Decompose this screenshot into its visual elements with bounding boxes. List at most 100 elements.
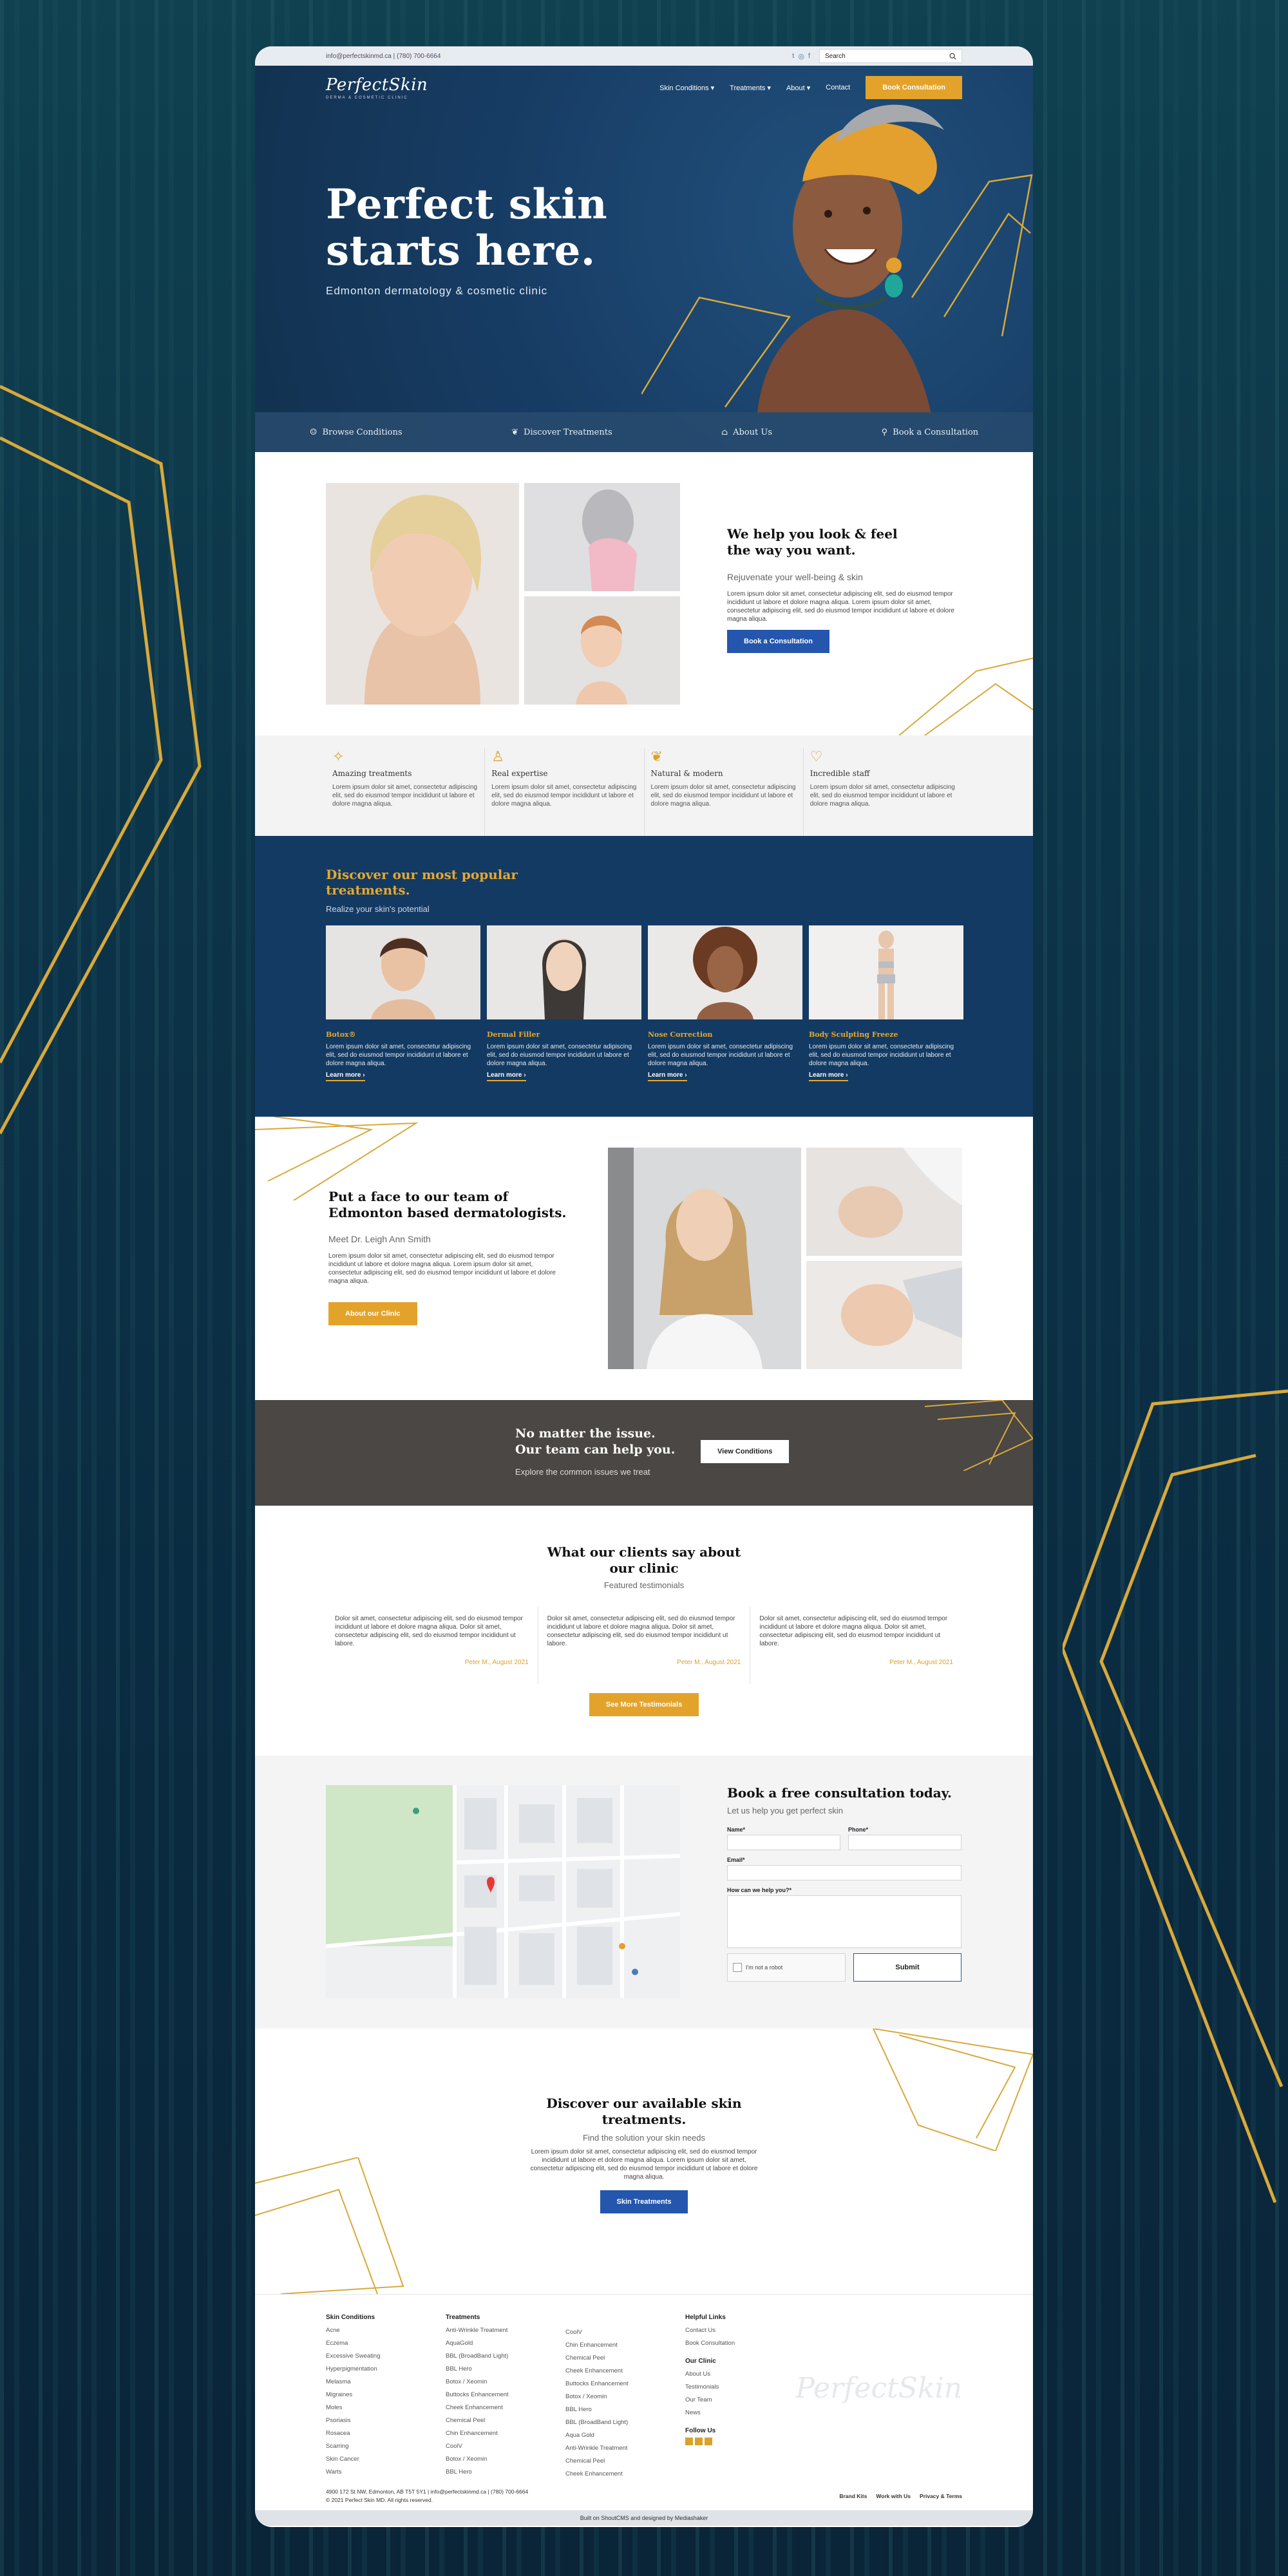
footer-link[interactable]: Chin Enhancement — [446, 2427, 565, 2440]
testimonials-subtitle: Featured testimonials — [603, 1580, 685, 1590]
footer-link[interactable]: Chemical Peel — [565, 2352, 685, 2365]
skin-treatments-button[interactable]: Skin Treatments — [600, 2190, 688, 2213]
footer-link[interactable]: Acne — [326, 2324, 446, 2337]
footer-link[interactable]: Cheek Enhancement — [565, 2468, 685, 2481]
book-consultation-button[interactable]: Book Consultation — [866, 76, 962, 99]
about-clinic-button[interactable]: About our Clinic — [328, 1302, 417, 1325]
footer-link[interactable]: Psoriasis — [326, 2414, 446, 2427]
hero-title-line2: starts here. — [326, 227, 596, 275]
footer-link[interactable]: Anti-Wrinkle Treatment — [446, 2324, 565, 2337]
treatment-card-nose-correction[interactable]: Nose Correction Lorem ipsum dolor sit am… — [648, 925, 802, 1081]
footer-link[interactable]: Testimonials — [685, 2381, 805, 2394]
treatment-card-dermal-filler[interactable]: Dermal Filler Lorem ipsum dolor sit amet… — [487, 925, 641, 1081]
gold-lines-decoration — [255, 1117, 419, 1200]
footer-link[interactable]: CoolV — [565, 2326, 685, 2339]
footer-link[interactable]: Excessive Sweating — [326, 2350, 446, 2363]
treatment-card-botox[interactable]: Botox® Lorem ipsum dolor sit amet, conse… — [326, 925, 480, 1081]
footer-link[interactable]: Hyperpigmentation — [326, 2363, 446, 2376]
help-textarea[interactable] — [727, 1895, 961, 1948]
footer-link[interactable]: News — [685, 2407, 805, 2420]
footer-link[interactable]: Botox / Xeomin — [565, 2391, 685, 2403]
footer-link[interactable]: Rosacea — [326, 2427, 446, 2440]
footer-link[interactable]: BBL (BroadBand Light) — [565, 2416, 685, 2429]
privacy-terms-link[interactable]: Privacy & Terms — [920, 2493, 962, 2499]
view-conditions-button[interactable]: View Conditions — [701, 1440, 790, 1463]
footer-link[interactable]: Book Consultation — [685, 2337, 805, 2350]
intro-book-consultation-button[interactable]: Book a Consultation — [727, 630, 829, 653]
footer-link[interactable]: BBL Hero — [565, 2403, 685, 2416]
footer-link[interactable]: Melasma — [326, 2376, 446, 2389]
testimonials-title-line2: our clinic — [609, 1560, 679, 1576]
footer-link[interactable]: Eczema — [326, 2337, 446, 2350]
discover-body: Lorem ipsum dolor sit amet, consectetur … — [530, 2148, 758, 2181]
footer-link[interactable]: Skin Cancer — [326, 2453, 446, 2466]
footer-link[interactable]: Anti-Wrinkle Treatment — [565, 2442, 685, 2455]
submit-button[interactable]: Submit — [853, 1953, 961, 1982]
about-us-link[interactable]: ⌂ About Us — [721, 428, 772, 437]
footer-link[interactable]: Buttocks Enhancement — [565, 2378, 685, 2391]
testimonial-author: Peter M., August 2021 — [464, 1659, 529, 1666]
footer-link[interactable]: Contact Us — [685, 2324, 805, 2337]
footer-link[interactable]: Buttocks Enhancement — [446, 2389, 565, 2401]
footer-link[interactable]: AquaGold — [446, 2337, 565, 2350]
footer-link[interactable]: BBL Hero — [446, 2466, 565, 2479]
footer-link[interactable]: Moles — [326, 2401, 446, 2414]
browse-conditions-link[interactable]: ☺ Browse Conditions — [310, 428, 402, 437]
person-icon: ♙ — [491, 748, 504, 764]
footer-link[interactable]: About Us — [685, 2368, 805, 2381]
features-strip: ✧ Amazing treatments Lorem ipsum dolor s… — [255, 735, 1033, 836]
footer-link[interactable]: Our Team — [685, 2394, 805, 2407]
hero-woman-image — [641, 104, 1033, 413]
instagram-icon[interactable]: ◎ — [798, 52, 804, 61]
footer-link[interactable]: Migraines — [326, 2389, 446, 2401]
search-input[interactable]: Search — [819, 49, 962, 63]
nav-skin-conditions[interactable]: Skin Conditions ▾ — [659, 84, 714, 92]
footer-link[interactable]: Cheek Enhancement — [565, 2365, 685, 2378]
brand-kits-link[interactable]: Brand Kits — [839, 2493, 867, 2499]
footer-link[interactable]: Botox / Xeomin — [446, 2376, 565, 2389]
footer-link[interactable]: Chin Enhancement — [565, 2339, 685, 2352]
nav-about[interactable]: About ▾ — [786, 84, 810, 92]
footer-link[interactable]: Scarring — [326, 2440, 446, 2453]
footer-link[interactable]: Chemical Peel — [565, 2455, 685, 2468]
doctor-photo — [608, 1148, 801, 1369]
learn-more-link[interactable]: Learn more › — [809, 1072, 848, 1081]
recaptcha-checkbox[interactable] — [733, 1963, 742, 1972]
nav-contact[interactable]: Contact — [826, 84, 850, 91]
search-icon[interactable] — [949, 52, 956, 60]
email-field-group: Email* — [727, 1857, 961, 1880]
book-consultation-link[interactable]: ⚲ Book a Consultation — [882, 428, 979, 437]
footer-link[interactable]: Cheek Enhancement — [446, 2401, 565, 2414]
facebook-icon[interactable]: f — [808, 52, 810, 61]
treatment-card-body-sculpting[interactable]: Body Sculpting Freeze Lorem ipsum dolor … — [809, 925, 963, 1081]
footer-link[interactable]: Warts — [326, 2466, 446, 2479]
learn-more-link[interactable]: Learn more › — [648, 1072, 687, 1081]
learn-more-link[interactable]: Learn more › — [487, 1072, 526, 1081]
feature-title: Incredible staff — [810, 769, 870, 778]
footer-link[interactable]: Botox / Xeomin — [446, 2453, 565, 2466]
nav-treatments[interactable]: Treatments ▾ — [730, 84, 771, 92]
feature-title: Real expertise — [491, 769, 548, 778]
see-more-testimonials-button[interactable]: See More Testimonials — [589, 1693, 699, 1716]
email-input[interactable] — [727, 1865, 961, 1880]
footer-link[interactable]: CoolV — [446, 2440, 565, 2453]
name-input[interactable] — [727, 1835, 840, 1850]
phone-input[interactable] — [848, 1835, 961, 1850]
work-with-us-link[interactable]: Work with Us — [876, 2493, 911, 2499]
footer-logo: PerfectSkin — [795, 2372, 962, 2405]
recaptcha-widget[interactable]: I'm not a robot — [727, 1953, 846, 1982]
procedure-photo-1 — [806, 1148, 962, 1256]
learn-more-link[interactable]: Learn more › — [326, 1072, 365, 1081]
treatment-name: Body Sculpting Freeze — [809, 1030, 898, 1039]
discover-treatments-link[interactable]: ❦ Discover Treatments — [511, 428, 612, 437]
facebook-icon[interactable] — [705, 2438, 712, 2445]
footer-link[interactable]: Chemical Peel — [446, 2414, 565, 2427]
twitter-icon[interactable] — [685, 2438, 693, 2445]
clinic-map[interactable] — [326, 1785, 680, 1998]
instagram-icon[interactable] — [695, 2438, 703, 2445]
footer-link[interactable]: BBL (BroadBand Light) — [446, 2350, 565, 2363]
footer-link[interactable]: Aqua Gold — [565, 2429, 685, 2442]
site-logo[interactable]: PerfectSkin DERMA & COSMETIC CLINIC — [326, 75, 428, 100]
twitter-icon[interactable]: t — [792, 52, 794, 61]
footer-link[interactable]: BBL Hero — [446, 2363, 565, 2376]
